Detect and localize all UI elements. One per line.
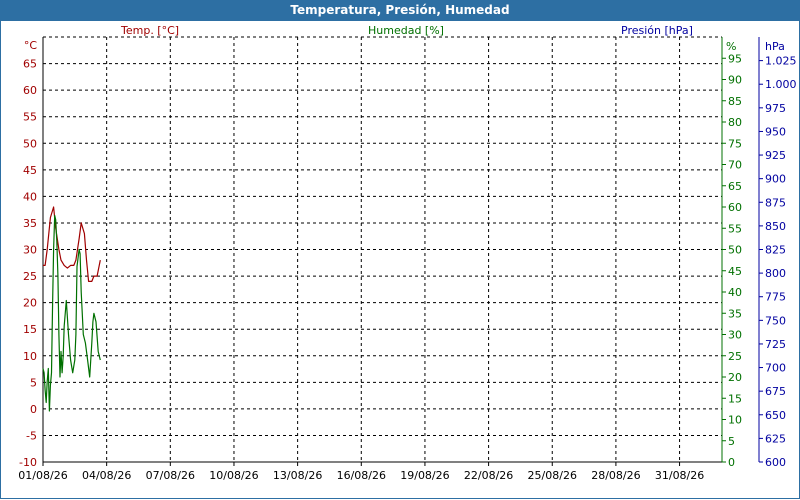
x-tick-label: 19/08/26 [400, 469, 449, 482]
humidity-tick-label: 30 [728, 329, 742, 342]
humidity-tick-label: 10 [728, 414, 742, 427]
pressure-tick-label: 775 [765, 291, 786, 304]
temperature-tick-label: 25 [23, 270, 37, 283]
temperature-tick-label: 40 [23, 190, 37, 203]
x-tick-label: 31/08/26 [655, 469, 704, 482]
x-tick-label: 04/08/26 [82, 469, 131, 482]
x-tick-label: 25/08/26 [528, 469, 577, 482]
humidity-tick-label: 50 [728, 244, 742, 257]
humidity-tick-label: 45 [728, 265, 742, 278]
pressure-tick-label: 825 [765, 244, 786, 257]
humidity-tick-label: 80 [728, 116, 742, 129]
pressure-unit-label: hPa [765, 40, 785, 53]
humidity-tick-label: 60 [728, 201, 742, 214]
x-tick-label: 22/08/26 [464, 469, 513, 482]
x-tick-label: 16/08/26 [337, 469, 386, 482]
temperature-tick-label: 20 [23, 297, 37, 310]
temperature-tick-label: -10 [19, 456, 37, 469]
x-tick-label: 01/08/26 [18, 469, 67, 482]
pressure-tick-label: 875 [765, 196, 786, 209]
temperature-tick-label: 50 [23, 137, 37, 150]
humidity-unit-label: % [726, 40, 736, 53]
pressure-tick-label: 725 [765, 338, 786, 351]
humidity-series-line [42, 214, 101, 412]
humidity-tick-label: 85 [728, 95, 742, 108]
temperature-tick-label: 15 [23, 323, 37, 336]
temperature-tick-label: -5 [26, 429, 37, 442]
x-tick-label: 07/08/26 [146, 469, 195, 482]
x-tick-label: 28/08/26 [591, 469, 640, 482]
x-tick-label: 13/08/26 [273, 469, 322, 482]
humidity-tick-label: 5 [728, 435, 735, 448]
temperature-tick-label: 60 [23, 84, 37, 97]
humidity-tick-label: 65 [728, 180, 742, 193]
humidity-tick-label: 55 [728, 222, 742, 235]
pressure-tick-label: 950 [765, 125, 786, 138]
pressure-tick-label: 900 [765, 173, 786, 186]
temperature-tick-label: 5 [30, 376, 37, 389]
temperature-tick-label: 30 [23, 244, 37, 257]
humidity-tick-label: 25 [728, 350, 742, 363]
chart-svg: 01/08/26 04/08/26 07/08/26 10/08/26 13/08/26… [18, 36, 797, 482]
humidity-tick-label: 20 [728, 371, 742, 384]
humidity-tick-label: 35 [728, 307, 742, 320]
pressure-tick-label: 800 [765, 267, 786, 280]
x-tick-label: 10/08/26 [209, 469, 258, 482]
pressure-tick-label: 750 [765, 314, 786, 327]
temperature-tick-label: 35 [23, 217, 37, 230]
temperature-tick-label: 45 [23, 164, 37, 177]
humidity-tick-label: 15 [728, 392, 742, 405]
temperature-tick-label: 10 [23, 350, 37, 363]
temperature-tick-label: 55 [23, 111, 37, 124]
humidity-tick-label: 70 [728, 159, 742, 172]
pressure-tick-label: 700 [765, 362, 786, 375]
humidity-tick-label: 40 [728, 286, 742, 299]
temperature-tick-label: 0 [30, 403, 37, 416]
pressure-tick-label: 975 [765, 102, 786, 115]
pressure-tick-label: 1.000 [765, 78, 797, 91]
pressure-tick-label: 1.025 [765, 55, 797, 68]
pressure-tick-label: 600 [765, 456, 786, 469]
humidity-tick-label: 75 [728, 137, 742, 150]
humidity-tick-label: 90 [728, 74, 742, 87]
temperature-tick-label: 65 [23, 58, 37, 71]
temperature-unit-label: °C [24, 39, 38, 52]
humidity-tick-label: 95 [728, 52, 742, 65]
temperature-series-line [43, 206, 101, 282]
pressure-tick-label: 650 [765, 409, 786, 422]
pressure-tick-label: 625 [765, 432, 786, 445]
humidity-tick-label: 0 [728, 456, 735, 469]
pressure-tick-label: 925 [765, 149, 786, 162]
pressure-tick-label: 850 [765, 220, 786, 233]
pressure-tick-label: 675 [765, 385, 786, 398]
